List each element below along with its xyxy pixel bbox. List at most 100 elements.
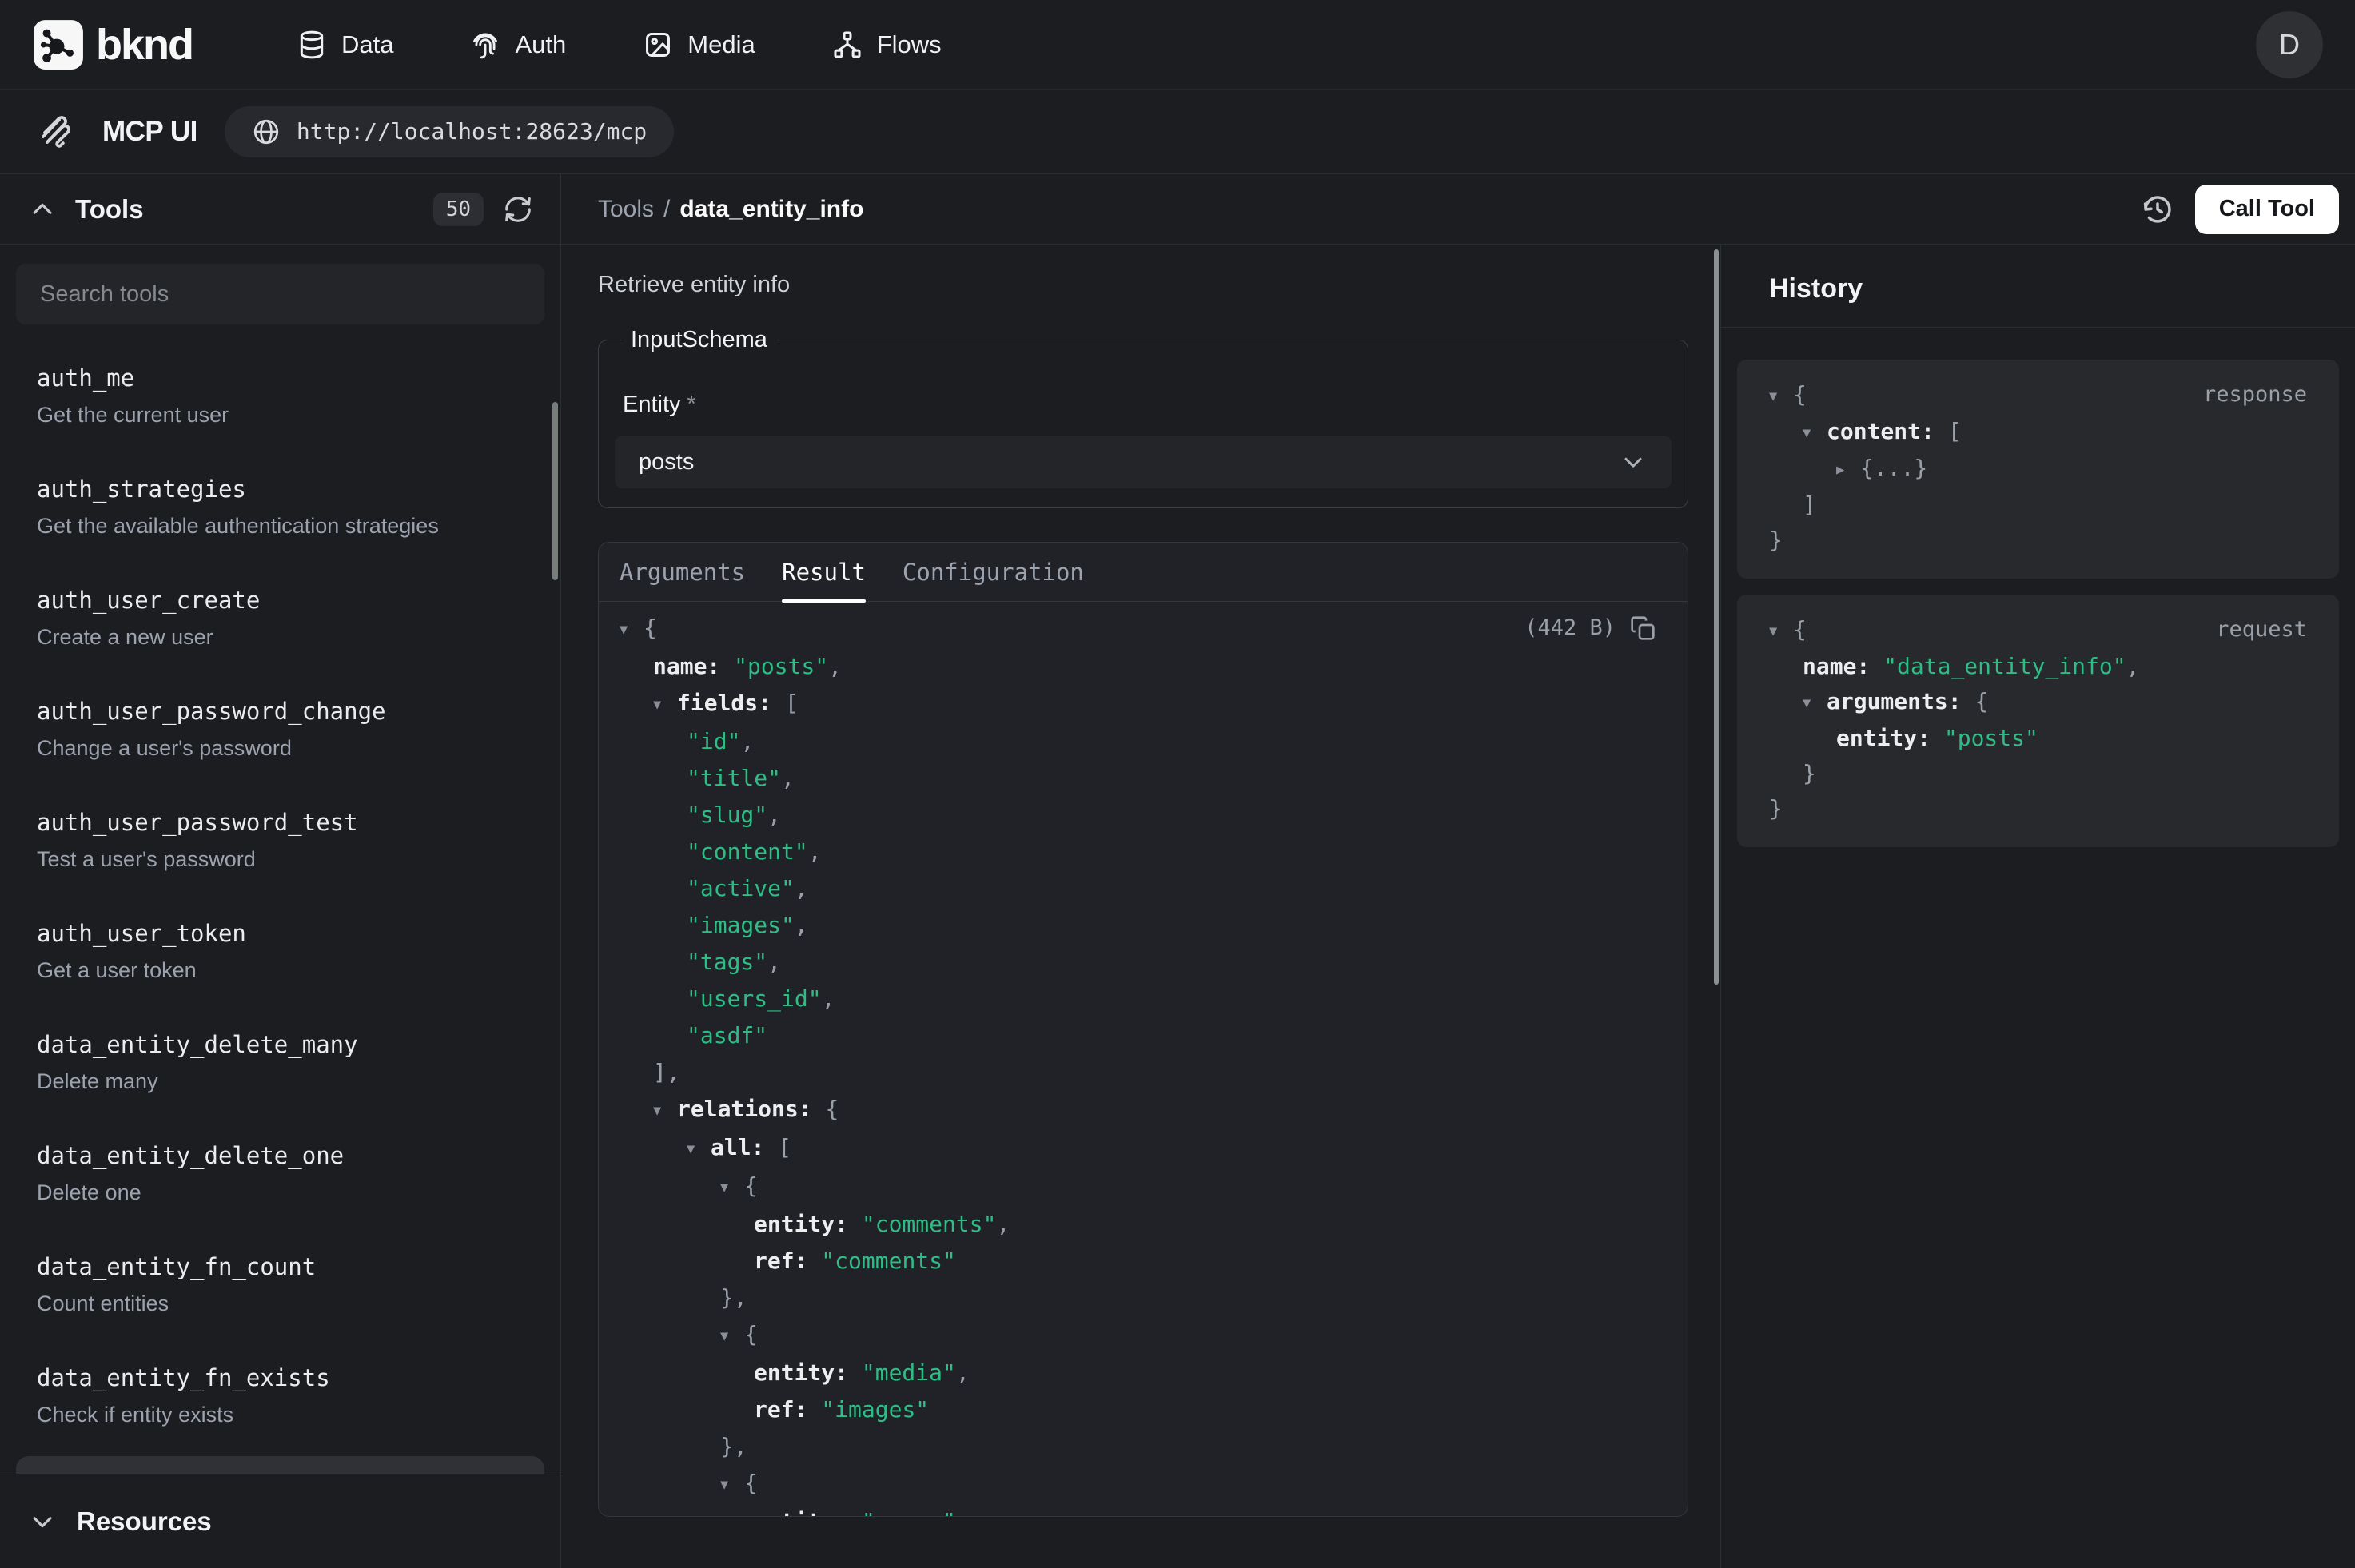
history-entry-response[interactable]: ▼{response▼content: [▶{...}]} — [1737, 360, 2339, 579]
nav-item-media[interactable]: Media — [643, 30, 755, 60]
json-punctuation: , — [956, 1508, 970, 1517]
expand-toggle-icon[interactable]: ▼ — [720, 1169, 744, 1206]
tool-list-item[interactable]: auth_user_createCreate a new user — [16, 567, 544, 669]
json-punctuation: { — [1793, 616, 1807, 643]
image-icon — [643, 30, 673, 60]
json-punctuation: [ — [785, 690, 799, 716]
refresh-tools-button[interactable] — [503, 194, 533, 225]
expand-toggle-icon[interactable]: ▼ — [620, 611, 644, 648]
expand-toggle-icon[interactable]: ▼ — [687, 1131, 711, 1168]
tool-list-item[interactable]: data_entity_fn_existsCheck if entity exi… — [16, 1345, 544, 1447]
nav-item-label: Data — [341, 30, 393, 59]
input-schema-legend: InputSchema — [621, 327, 777, 353]
tool-list-item[interactable]: auth_strategiesGet the available authent… — [16, 456, 544, 558]
call-tool-button[interactable]: Call Tool — [2195, 185, 2339, 234]
tab-arguments[interactable]: Arguments — [620, 543, 745, 601]
json-key: entity: — [754, 1508, 862, 1517]
json-line: entity: "comments", — [620, 1206, 1656, 1243]
expand-toggle-icon[interactable]: ▼ — [1803, 686, 1827, 721]
resources-section-header[interactable]: Resources — [0, 1474, 560, 1568]
expand-toggle-icon[interactable]: ▼ — [653, 686, 677, 723]
copy-icon[interactable] — [1630, 615, 1656, 641]
json-line: entity: "posts" — [1769, 721, 2307, 756]
result-size-label: (442 B) — [1524, 610, 1616, 647]
history-entry-request[interactable]: ▼{requestname: "data_entity_info",▼argum… — [1737, 595, 2339, 847]
tool-list-item[interactable]: auth_user_tokenGet a user token — [16, 901, 544, 1002]
tool-list-item[interactable]: data_entity_fn_countCount entities — [16, 1234, 544, 1335]
nav-item-label: Media — [687, 30, 755, 59]
tool-description: Count entities — [37, 1291, 524, 1316]
entity-select[interactable]: posts — [615, 436, 1672, 488]
history-toggle-button[interactable] — [2141, 193, 2174, 226]
json-line: entity: "users", — [620, 1503, 1656, 1517]
tab-result[interactable]: Result — [782, 543, 866, 601]
sidebar-scrollbar[interactable] — [552, 402, 558, 580]
json-line: ref: "images" — [620, 1391, 1656, 1428]
tools-section-header[interactable]: Tools 50 — [0, 174, 560, 245]
json-line: } — [1769, 756, 2307, 791]
json-line: ▶{...} — [1769, 451, 2307, 488]
tool-list-item[interactable]: auth_meGet the current user — [16, 345, 544, 447]
expand-toggle-icon[interactable]: ▶ — [1836, 452, 1860, 488]
tool-list-item[interactable]: auth_user_password_testTest a user's pas… — [16, 790, 544, 891]
json-string: "images" — [821, 1396, 929, 1423]
nav-item-data[interactable]: Data — [297, 30, 393, 60]
json-punctuation: [ — [778, 1134, 791, 1160]
resources-section-title: Resources — [77, 1506, 212, 1537]
json-string: "comments" — [821, 1248, 956, 1274]
bknd-logo[interactable]: bknd — [32, 18, 193, 71]
json-line: ▼{response — [1769, 377, 2307, 414]
json-punctuation: { — [1974, 688, 1988, 714]
history-pane: History ▼{response▼content: [▶{...}]}▼{r… — [1721, 245, 2355, 1568]
json-line: }, — [620, 1428, 1656, 1465]
tool-description: Get the current user — [37, 403, 524, 428]
nav-item-flows[interactable]: Flows — [832, 30, 942, 60]
json-punctuation: { — [744, 1172, 758, 1199]
history-icon — [2141, 193, 2174, 226]
json-punctuation: , — [795, 912, 808, 938]
tool-description: Retrieve entity info — [598, 272, 1688, 298]
search-tools-input[interactable] — [16, 264, 544, 324]
entity-field-label: Entity* — [623, 392, 1672, 418]
tool-list-item[interactable]: data_entity_delete_manyDelete many — [16, 1012, 544, 1113]
json-punctuation: }, — [720, 1433, 747, 1459]
json-line: ▼{(442 B) — [620, 610, 1656, 648]
tool-name: data_entity_fn_exists — [37, 1364, 524, 1391]
tab-configuration[interactable]: Configuration — [903, 543, 1084, 601]
tool-list-item[interactable]: data_entity_infoRetrieve entity info — [16, 1456, 544, 1474]
json-string: "data_entity_info" — [1883, 653, 2126, 679]
main-nav: Data Auth Media Flows — [297, 30, 942, 60]
json-punctuation: , — [828, 653, 842, 679]
main-pane-scrollbar[interactable] — [1714, 249, 1719, 985]
json-punctuation: {...} — [1860, 455, 1927, 481]
json-key: ref: — [754, 1396, 821, 1423]
history-json-viewer: ▼{requestname: "data_entity_info",▼argum… — [1769, 612, 2307, 826]
json-string: "slug" — [687, 802, 767, 828]
json-line: }, — [620, 1279, 1656, 1316]
history-title: History — [1769, 273, 1863, 304]
tools-count-badge: 50 — [433, 193, 484, 226]
result-card: ArgumentsResultConfiguration ▼{(442 B)na… — [598, 542, 1688, 1517]
mcp-icon — [37, 113, 75, 151]
breadcrumb-section[interactable]: Tools — [598, 196, 654, 223]
expand-toggle-icon[interactable]: ▼ — [720, 1467, 744, 1503]
json-key: name: — [653, 653, 734, 679]
expand-toggle-icon[interactable]: ▼ — [720, 1318, 744, 1355]
json-punctuation: , — [956, 1359, 970, 1386]
expand-toggle-icon[interactable]: ▼ — [1803, 416, 1827, 451]
json-line: name: "data_entity_info", — [1769, 649, 2307, 684]
fingerprint-icon — [470, 30, 500, 60]
json-line: ▼fields: [ — [620, 685, 1656, 723]
expand-toggle-icon[interactable]: ▼ — [1769, 379, 1793, 414]
json-punctuation: , — [2126, 653, 2140, 679]
tool-list-item[interactable]: auth_user_password_changeChange a user's… — [16, 679, 544, 780]
expand-toggle-icon[interactable]: ▼ — [1769, 614, 1793, 649]
json-line: "title", — [620, 760, 1656, 797]
tool-list-item[interactable]: data_entity_delete_oneDelete one — [16, 1123, 544, 1224]
expand-toggle-icon[interactable]: ▼ — [653, 1092, 677, 1129]
json-string: "media" — [862, 1359, 956, 1386]
server-url-pill[interactable]: http://localhost:28623/mcp — [225, 106, 674, 157]
user-avatar[interactable]: D — [2256, 11, 2323, 78]
nav-item-auth[interactable]: Auth — [470, 30, 566, 60]
tool-description: Get a user token — [37, 958, 524, 983]
